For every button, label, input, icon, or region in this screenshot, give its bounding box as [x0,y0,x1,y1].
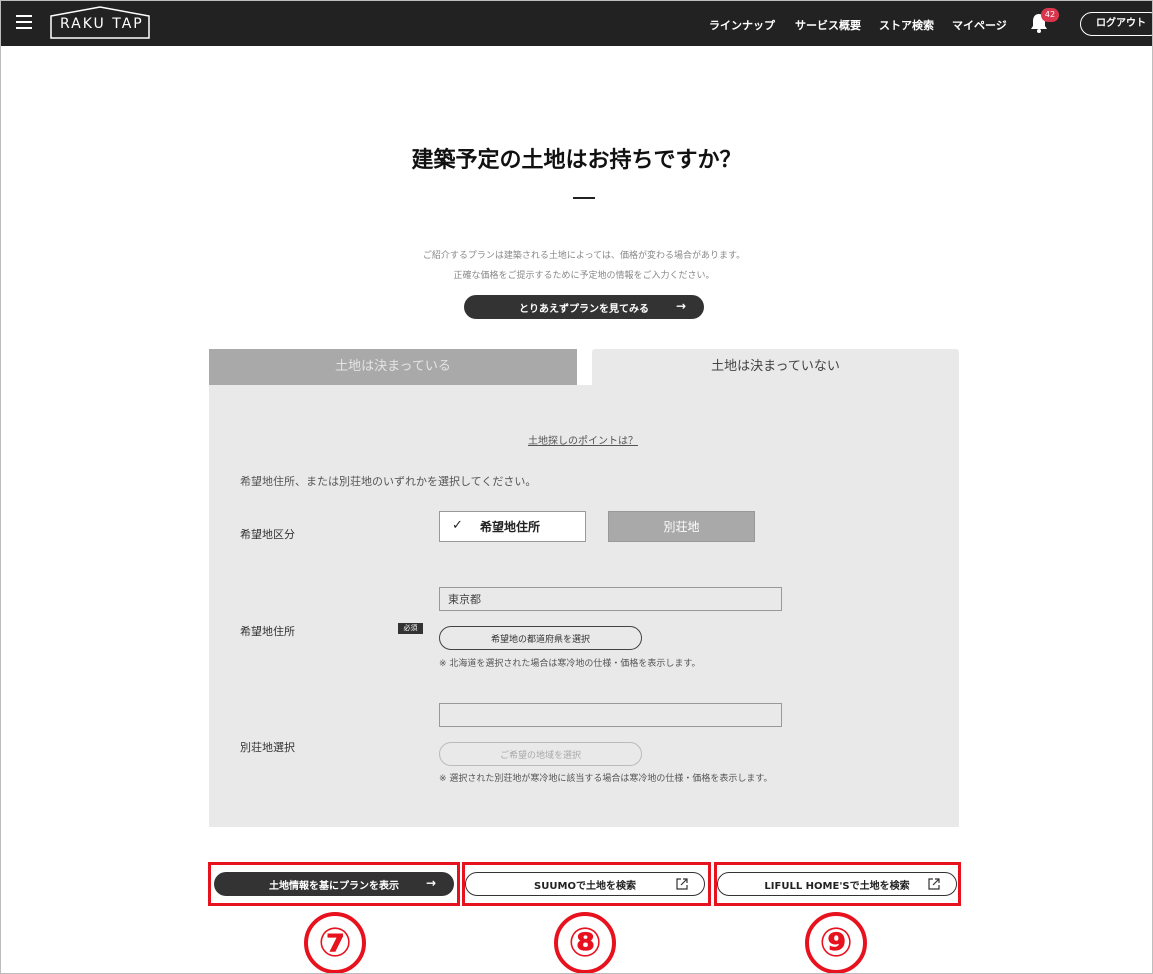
logout-button[interactable]: ログアウト [1080,12,1153,36]
suumo-search-button[interactable]: SUUMOで土地を検索 [465,872,705,896]
select-area-button[interactable]: ご希望の地域を選択 [439,742,642,766]
required-badge: 必須 [398,623,423,634]
nav-lineup[interactable]: ラインナップ [709,17,775,33]
title-divider [573,197,595,199]
page-title: 建築予定の土地はお持ちですか？ [411,148,742,173]
external-link-icon [676,878,688,890]
intro-note-line2: 正確な価格をご提示するために予定地の情報をご入力ください。 [453,271,715,281]
external-link-icon [928,878,940,890]
villa-note: ※ 選択された別荘地が寒冷地に該当する場合は寒冷地の仕様・価格を表示します。 [439,774,773,784]
notification-badge: 42 [1041,8,1059,22]
address-field[interactable] [439,587,782,611]
select-prefecture-button[interactable]: 希望地の都道府県を選択 [439,626,642,650]
checkmark-icon: ✓ [452,518,463,533]
tab-land-undecided[interactable]: 土地は決まっていない [592,349,959,385]
villa-label: 別荘地選択 [240,741,295,754]
arrow-right-icon: → [425,876,436,890]
logo-text: RAKU TAP [60,16,144,32]
lifull-label: LIFULL HOME'Sで土地を検索 [764,880,910,892]
nav-service-overview[interactable]: サービス概要 [795,17,861,33]
villa-field[interactable] [439,703,782,727]
nav-store-search[interactable]: ストア検索 [879,17,934,33]
suumo-label: SUUMOで土地を検索 [534,880,636,892]
intro-note-line1: ご紹介するプランは建築される土地によっては、価格が変わる場合があります。 [422,251,746,261]
annotation-number-7: ⑦ [304,912,366,974]
option-villa-button[interactable]: 別荘地 [608,511,755,542]
quick-view-label: とりあえずプランを見てみる [519,303,649,315]
option-address-label: 希望地住所 [480,520,541,534]
show-plan-label: 土地情報を基にプランを表示 [269,880,399,892]
address-note: ※ 北海道を選択された場合は寒冷地の仕様・価格を表示します。 [439,659,701,669]
show-plan-button[interactable]: 土地情報を基にプランを表示 → [214,872,454,896]
quick-view-plans-button[interactable]: とりあえずプランを見てみる → [464,295,704,319]
lifull-search-button[interactable]: LIFULL HOME'Sで土地を検索 [717,872,957,896]
address-label: 希望地住所 [240,625,295,638]
nav-mypage[interactable]: マイページ [952,17,1007,33]
arrow-right-icon: → [675,299,686,313]
option-address-button[interactable]: ✓ 希望地住所 [439,511,586,542]
tab-land-decided[interactable]: 土地は決まっている [209,349,577,385]
annotation-number-8: ⑧ [554,912,616,974]
land-search-tips-link[interactable]: 土地探しのポイントは？ [528,432,638,447]
form-lead-text: 希望地住所、または別荘地のいずれかを選択してください。 [240,475,537,488]
category-label: 希望地区分 [240,528,295,541]
annotation-number-9: ⑨ [805,912,867,974]
top-header: RAKU TAP ラインナップ サービス概要 ストア検索 マイページ 42 ログ… [0,0,1153,46]
hamburger-menu-icon[interactable] [16,15,32,29]
